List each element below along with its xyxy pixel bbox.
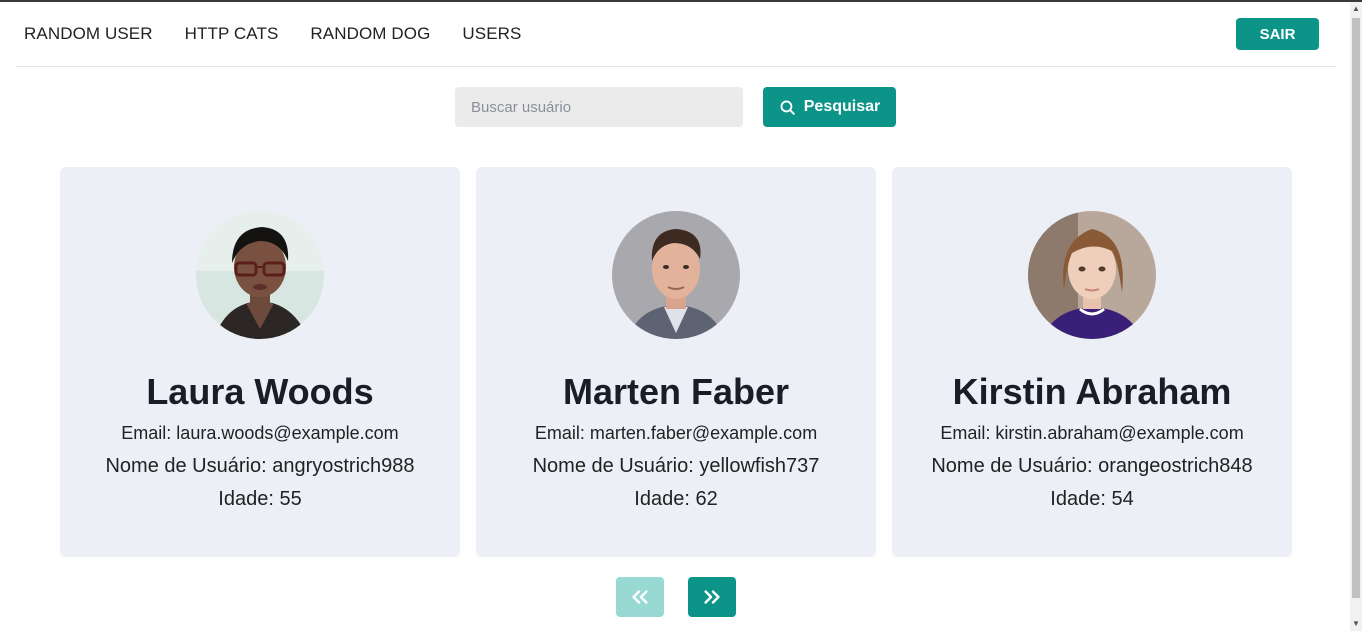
user-email: Email: laura.woods@example.com (121, 423, 399, 443)
user-age: Idade: 62 (634, 488, 718, 510)
user-username: Nome de Usuário: orangeostrich848 (931, 455, 1253, 477)
user-card: Kirstin Abraham Email: kirstin.abraham@e… (892, 167, 1292, 557)
nav-link-random-dog[interactable]: RANDOM DOG (310, 24, 430, 44)
nav-link-random-user[interactable]: RANDOM USER (24, 24, 153, 44)
chevrons-right-icon (704, 590, 720, 604)
avatar (612, 211, 740, 339)
user-card-list: Laura Woods Email: laura.woods@example.c… (60, 167, 1292, 557)
user-email: Email: marten.faber@example.com (534, 423, 818, 443)
navbar: RANDOM USER HTTP CATS RANDOM DOG USERS S… (16, 2, 1336, 67)
previous-page-button[interactable] (616, 577, 664, 617)
user-name: Kirstin Abraham (952, 371, 1232, 412)
user-name: Laura Woods (146, 371, 374, 412)
pagination (616, 577, 736, 617)
search-button[interactable]: Pesquisar (763, 87, 896, 127)
page: RANDOM USER HTTP CATS RANDOM DOG USERS S… (0, 2, 1350, 631)
avatar (1028, 211, 1156, 339)
scroll-up-arrow-icon[interactable]: ▲ (1352, 4, 1360, 14)
avatar (196, 211, 324, 339)
user-username: Nome de Usuário: angryostrich988 (105, 455, 415, 477)
scroll-down-arrow-icon[interactable]: ▼ (1352, 619, 1360, 629)
user-username: Nome de Usuário: yellowfish737 (532, 455, 820, 477)
user-age: Idade: 55 (218, 488, 302, 510)
user-age: Idade: 54 (1050, 488, 1134, 510)
search-input[interactable] (455, 87, 743, 127)
user-card: Marten Faber Email: marten.faber@example… (476, 167, 876, 557)
nav-links: RANDOM USER HTTP CATS RANDOM DOG USERS (24, 24, 553, 44)
nav-link-http-cats[interactable]: HTTP CATS (185, 24, 279, 44)
chevrons-left-icon (632, 590, 648, 604)
search-icon (780, 100, 795, 115)
user-email: Email: kirstin.abraham@example.com (940, 423, 1244, 443)
logout-button[interactable]: SAIR (1236, 18, 1319, 50)
scrollbar-thumb[interactable] (1352, 18, 1360, 598)
user-name: Marten Faber (562, 371, 790, 412)
vertical-scrollbar[interactable]: ▲ ▼ (1350, 2, 1362, 631)
search-button-label: Pesquisar (803, 98, 881, 115)
search-bar: Pesquisar (455, 87, 896, 127)
user-card: Laura Woods Email: laura.woods@example.c… (60, 167, 460, 557)
nav-link-users[interactable]: USERS (462, 24, 521, 44)
next-page-button[interactable] (688, 577, 736, 617)
